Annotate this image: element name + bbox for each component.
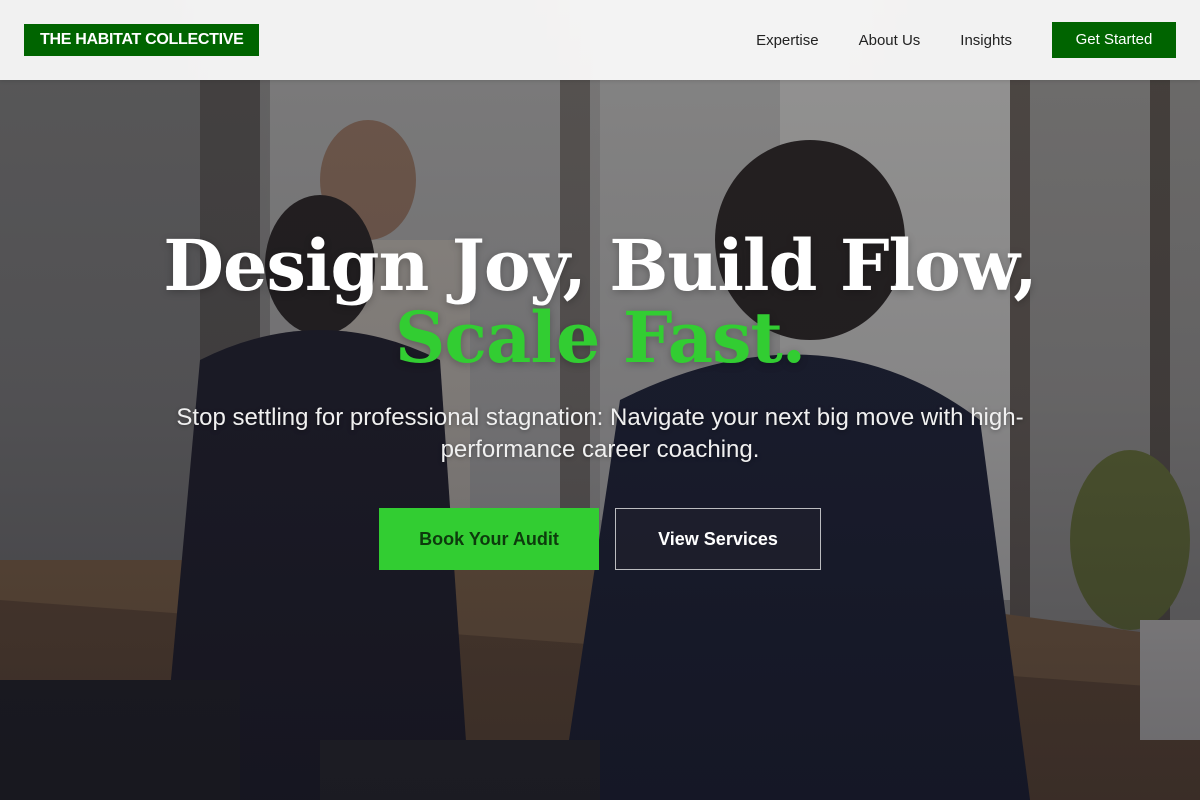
hero-section: Design Joy, Build Flow, Scale Fast. Stop… — [0, 230, 1200, 570]
nav-link-expertise[interactable]: Expertise — [756, 32, 819, 49]
headline-accent: Scale Fast. — [394, 296, 806, 379]
hero-headline: Design Joy, Build Flow, Scale Fast. — [0, 230, 1200, 374]
hero-button-group: Book Your Audit View Services — [0, 508, 1200, 570]
nav-link-about-us[interactable]: About Us — [859, 32, 921, 49]
hero-subheadline: Stop settling for professional stagnatio… — [176, 404, 1024, 463]
get-started-button[interactable]: Get Started — [1052, 22, 1176, 58]
book-audit-button[interactable]: Book Your Audit — [379, 508, 599, 570]
view-services-button[interactable]: View Services — [615, 508, 821, 570]
nav-link-insights[interactable]: Insights — [960, 32, 1012, 49]
main-nav: Expertise About Us Insights Get Started — [756, 22, 1176, 58]
brand-logo[interactable]: THE HABITAT COLLECTIVE — [24, 24, 260, 56]
headline-line-1: Design Joy, Build Flow, — [163, 224, 1037, 307]
site-header: THE HABITAT COLLECTIVE Expertise About U… — [0, 0, 1200, 80]
